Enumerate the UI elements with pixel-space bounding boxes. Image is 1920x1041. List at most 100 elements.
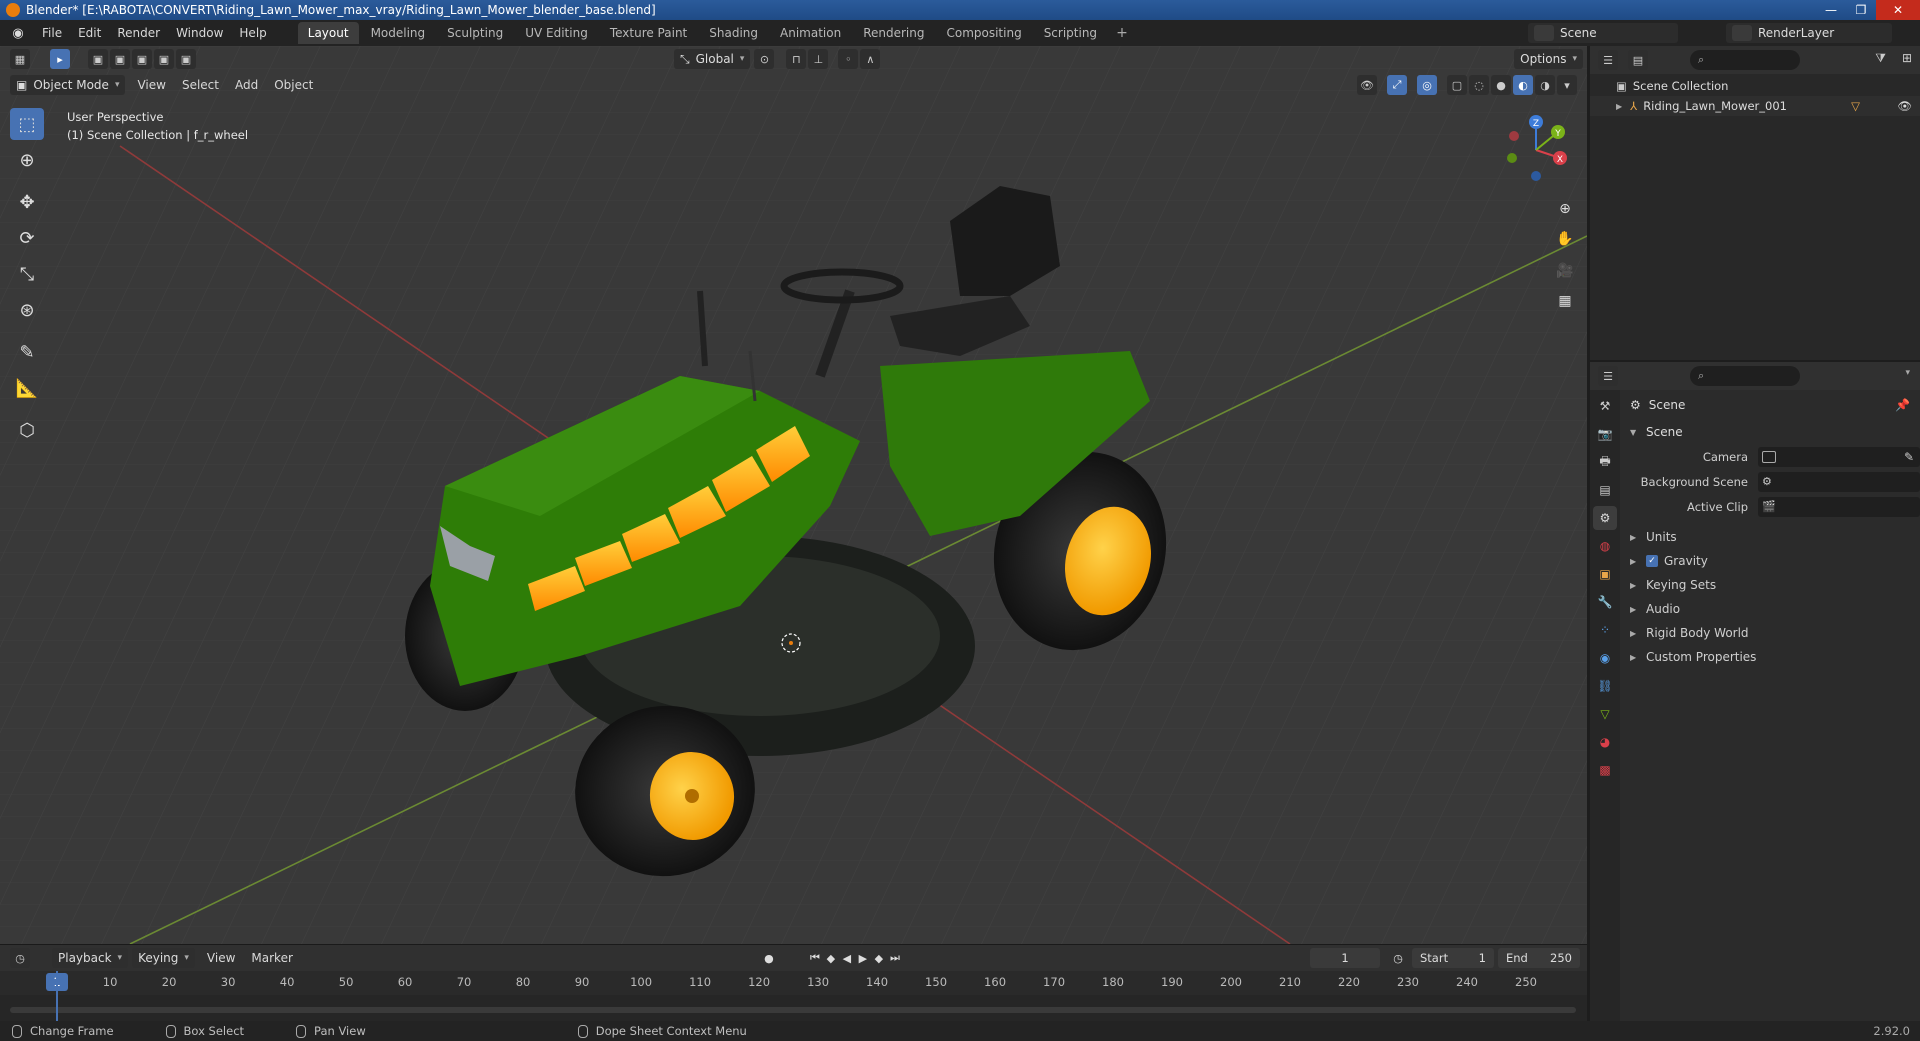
tool-tab-icon[interactable]: ⚒ bbox=[1593, 394, 1617, 418]
pan-hand-icon[interactable]: ✋ bbox=[1552, 226, 1578, 252]
tab-modeling[interactable]: Modeling bbox=[361, 22, 436, 44]
menu-help[interactable]: Help bbox=[231, 20, 274, 46]
playhead[interactable] bbox=[56, 971, 58, 1022]
navigation-gizmo[interactable]: Z X Y bbox=[1496, 110, 1576, 190]
editor-type-icon[interactable]: ▦ bbox=[10, 49, 30, 69]
start-frame-field[interactable]: Start 1 bbox=[1412, 948, 1494, 968]
properties-editor-type-icon[interactable]: ☰ bbox=[1598, 366, 1618, 386]
select-intersect-icon[interactable]: ▣ bbox=[176, 49, 196, 69]
select-box-tool-icon[interactable]: ⬚ bbox=[10, 108, 44, 140]
tab-uv-editing[interactable]: UV Editing bbox=[515, 22, 598, 44]
keying-sets-panel[interactable]: ▶ Keying Sets bbox=[1622, 573, 1920, 597]
add-workspace-icon[interactable]: + bbox=[1108, 25, 1136, 41]
properties-search-input[interactable]: ⌕ bbox=[1690, 366, 1800, 386]
snap-icon[interactable]: ⊓ bbox=[786, 49, 807, 69]
blender-menu-icon[interactable]: ◉ bbox=[8, 24, 28, 42]
tab-animation[interactable]: Animation bbox=[770, 22, 851, 44]
wireframe-shading-icon[interactable]: ◌ bbox=[1469, 75, 1489, 95]
tab-layout[interactable]: Layout bbox=[297, 22, 359, 44]
playback-menu[interactable]: Playback ▾ bbox=[52, 948, 129, 968]
pin-icon[interactable]: 📌 bbox=[1895, 398, 1910, 412]
select-mode-icon[interactable]: ▸ bbox=[50, 49, 70, 69]
menu-window[interactable]: Window bbox=[168, 20, 231, 46]
keying-menu[interactable]: Keying ▾ bbox=[132, 948, 195, 968]
jump-next-key-icon[interactable]: ◆ bbox=[871, 948, 887, 968]
tab-scripting[interactable]: Scripting bbox=[1034, 22, 1107, 44]
tab-shading[interactable]: Shading bbox=[699, 22, 768, 44]
expand-arrow-icon[interactable]: ▶ bbox=[1616, 102, 1622, 111]
zoom-icon[interactable]: ⊕ bbox=[1552, 196, 1578, 222]
render-layer-selector[interactable]: RenderLayer bbox=[1726, 23, 1892, 43]
visibility-icon[interactable]: 👁 bbox=[1357, 75, 1377, 95]
gizmo-neg-y-icon[interactable] bbox=[1507, 153, 1517, 163]
scene-panel-header[interactable]: ▼ Scene bbox=[1622, 420, 1920, 444]
timeline-editor-type-icon[interactable]: ◷ bbox=[10, 948, 30, 968]
select-subtract-icon[interactable]: ▣ bbox=[132, 49, 152, 69]
rigid-body-world-panel[interactable]: ▶ Rigid Body World bbox=[1622, 621, 1920, 645]
select-extend-icon[interactable]: ▣ bbox=[110, 49, 130, 69]
units-panel[interactable]: ▶ Units bbox=[1622, 525, 1920, 549]
end-frame-field[interactable]: End 250 bbox=[1498, 948, 1580, 968]
outliner-editor[interactable]: ☰ ▤ ⌕ ⧩ ⊞ ▣ Scene Collection ▶ ⅄ Riding_… bbox=[1590, 46, 1920, 360]
menu-edit[interactable]: Edit bbox=[70, 20, 109, 46]
scene-tab-icon[interactable]: ⚙ bbox=[1593, 506, 1617, 530]
solid-shading-icon[interactable]: ● bbox=[1491, 75, 1511, 95]
camera-view-icon[interactable]: 🎥 bbox=[1552, 258, 1578, 284]
background-scene-field[interactable]: ⚙ bbox=[1758, 471, 1920, 492]
filter-icon[interactable]: ⧩ bbox=[1875, 51, 1886, 66]
shading-options-icon[interactable]: ▾ bbox=[1557, 75, 1577, 95]
rotate-tool-icon[interactable]: ⟳ bbox=[10, 222, 44, 254]
gravity-panel[interactable]: ▶ ✓ Gravity bbox=[1622, 549, 1920, 573]
viewport-canvas[interactable] bbox=[0, 46, 1587, 944]
timeline-editor[interactable]: ◷ Playback ▾ Keying ▾ View Marker ● ⏮ ◆ ◀ … bbox=[0, 944, 1587, 1022]
close-icon[interactable]: ✕ bbox=[1876, 0, 1920, 20]
outliner-item-riding-lawn-mower[interactable]: ▶ ⅄ Riding_Lawn_Mower_001 ▽ 👁 bbox=[1590, 96, 1920, 116]
tab-rendering[interactable]: Rendering bbox=[853, 22, 934, 44]
transform-tool-icon[interactable]: ⊛ bbox=[10, 294, 44, 326]
transform-orientation-dropdown[interactable]: ⤡ Global ▾ bbox=[674, 49, 751, 69]
viewport-menu-add[interactable]: Add bbox=[227, 78, 266, 92]
data-tab-icon[interactable]: ▽ bbox=[1593, 702, 1617, 726]
outliner-editor-type-icon[interactable]: ☰ bbox=[1598, 50, 1618, 70]
minimize-icon[interactable]: — bbox=[1816, 0, 1846, 20]
display-mode-icon[interactable]: ▤ bbox=[1628, 50, 1648, 70]
viewport-menu-view[interactable]: View bbox=[129, 78, 173, 92]
outliner-search-input[interactable]: ⌕ bbox=[1690, 50, 1800, 70]
audio-panel[interactable]: ▶ Audio bbox=[1622, 597, 1920, 621]
eye-visibility-icon[interactable]: 👁 bbox=[1897, 99, 1912, 113]
render-tab-icon[interactable]: 📷 bbox=[1593, 422, 1617, 446]
texture-tab-icon[interactable]: ▩ bbox=[1593, 758, 1617, 782]
cursor-tool-icon[interactable]: ⊕ bbox=[10, 144, 44, 176]
select-new-icon[interactable]: ▣ bbox=[88, 49, 108, 69]
move-tool-icon[interactable]: ✥ bbox=[10, 186, 44, 218]
tab-sculpting[interactable]: Sculpting bbox=[437, 22, 513, 44]
outliner-scene-collection[interactable]: ▣ Scene Collection bbox=[1590, 76, 1920, 96]
tab-texture-paint[interactable]: Texture Paint bbox=[600, 22, 697, 44]
object-mode-dropdown[interactable]: ▣ Object Mode ▾ bbox=[10, 75, 126, 95]
timeline-ruler[interactable]: 1102030405060708090100110120130140150160… bbox=[0, 971, 1587, 995]
custom-properties-panel[interactable]: ▶ Custom Properties bbox=[1622, 645, 1920, 669]
object-tab-icon[interactable]: ▣ bbox=[1593, 562, 1617, 586]
output-tab-icon[interactable]: 🖶 bbox=[1593, 450, 1617, 474]
scale-tool-icon[interactable]: ⤡ bbox=[10, 258, 44, 290]
jump-prev-key-icon[interactable]: ◆ bbox=[823, 948, 839, 968]
annotate-tool-icon[interactable]: ✎ bbox=[10, 336, 44, 368]
active-clip-field[interactable]: 🎬 bbox=[1758, 496, 1920, 517]
snap-target-icon[interactable]: ⊥ bbox=[808, 49, 829, 69]
material-tab-icon[interactable]: ◕ bbox=[1593, 730, 1617, 754]
properties-options-icon[interactable]: ▾ bbox=[1905, 368, 1910, 378]
maximize-icon[interactable]: ❐ bbox=[1846, 0, 1876, 20]
menu-render[interactable]: Render bbox=[109, 20, 168, 46]
falloff-icon[interactable]: ∧ bbox=[860, 49, 881, 69]
timeline-scrollbar[interactable] bbox=[10, 1007, 1576, 1013]
view-layer-tab-icon[interactable]: ▤ bbox=[1593, 478, 1617, 502]
play-icon[interactable]: ▶ bbox=[855, 948, 871, 968]
jump-start-icon[interactable]: ⏮ bbox=[807, 948, 823, 968]
gizmo-neg-x-icon[interactable] bbox=[1509, 131, 1519, 141]
pivot-point-icon[interactable]: ⊙ bbox=[754, 49, 775, 69]
material-shading-icon[interactable]: ◐ bbox=[1513, 75, 1533, 95]
tab-compositing[interactable]: Compositing bbox=[936, 22, 1031, 44]
add-cube-tool-icon[interactable]: ⬡ bbox=[10, 414, 44, 446]
current-frame-field[interactable]: 1 bbox=[1310, 948, 1380, 968]
xray-toggle-icon[interactable]: ▢ bbox=[1447, 75, 1467, 95]
